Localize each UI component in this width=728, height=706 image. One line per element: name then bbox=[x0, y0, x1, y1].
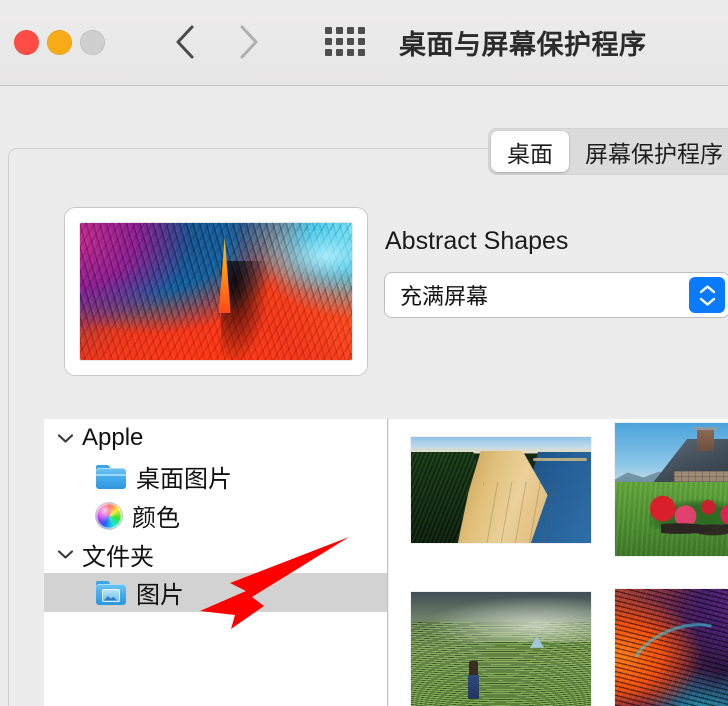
wallpaper-name-label: Abstract Shapes bbox=[385, 227, 569, 255]
wallpaper-preview-frame[interactable] bbox=[65, 208, 367, 375]
pictures-folder-icon bbox=[96, 580, 126, 605]
sidebar-group-folders[interactable]: 文件夹 bbox=[44, 535, 387, 573]
wallpaper-thumbnail-aerial-dune-beach[interactable] bbox=[411, 437, 591, 543]
forward-button bbox=[234, 20, 264, 64]
wallpaper-thumbnail-abstract-stripes[interactable] bbox=[615, 589, 728, 706]
page-title: 桌面与屏幕保护程序 bbox=[399, 30, 647, 60]
sidebar-item-label: 颜色 bbox=[132, 505, 180, 532]
sidebar-item-pictures[interactable]: 图片 bbox=[44, 573, 387, 612]
sidebar-item-desktop-pictures[interactable]: 桌面图片 bbox=[44, 457, 387, 496]
back-button[interactable] bbox=[170, 20, 200, 64]
title-bar: 桌面与屏幕保护程序 bbox=[0, 0, 728, 86]
chevron-down-icon[interactable] bbox=[56, 549, 74, 560]
sidebar-item-label: 图片 bbox=[136, 582, 184, 609]
desktop-pane: Abstract Shapes 充满屏幕 Apple 桌面图片 颜色 文件夹 图… bbox=[8, 148, 728, 706]
sidebar-group-apple[interactable]: Apple bbox=[44, 419, 387, 457]
zoom-window-button bbox=[80, 30, 105, 55]
source-sidebar[interactable]: Apple 桌面图片 颜色 文件夹 图片 bbox=[44, 419, 388, 706]
sidebar-item-colors[interactable]: 颜色 bbox=[44, 496, 387, 535]
color-wheel-icon bbox=[96, 502, 122, 529]
system-preferences-window: 桌面与屏幕保护程序 桌面 屏幕保护程序 Abstract Shapes 充满屏幕… bbox=[0, 0, 728, 706]
navigation-arrows bbox=[170, 20, 264, 64]
wallpaper-preview-image bbox=[80, 223, 352, 360]
fill-mode-value: 充满屏幕 bbox=[400, 284, 489, 309]
sidebar-group-label: Apple bbox=[82, 424, 144, 451]
chevron-down-icon[interactable] bbox=[56, 433, 74, 444]
close-window-button[interactable] bbox=[14, 30, 39, 55]
chevron-down-icon bbox=[699, 297, 715, 306]
tab-bar: 桌面 屏幕保护程序 bbox=[488, 128, 728, 175]
tab-screensaver[interactable]: 屏幕保护程序 bbox=[569, 131, 728, 172]
tab-desktop[interactable]: 桌面 bbox=[491, 131, 569, 172]
fill-mode-popup-button[interactable]: 充满屏幕 bbox=[385, 273, 728, 317]
wallpaper-thumbnail-stone-chalet-garden[interactable] bbox=[615, 423, 728, 556]
chevron-left-icon bbox=[176, 25, 194, 59]
blue-folder-icon bbox=[96, 464, 126, 489]
window-controls bbox=[14, 30, 105, 55]
minimize-window-button[interactable] bbox=[47, 30, 72, 55]
abstract-shapes-wallpaper-art bbox=[80, 223, 352, 360]
chevron-right-icon bbox=[240, 25, 258, 59]
sidebar-item-label: 桌面图片 bbox=[136, 466, 232, 493]
sidebar-group-label: 文件夹 bbox=[82, 543, 154, 571]
wallpaper-thumbnail-rice-terraces-hiker[interactable] bbox=[411, 592, 591, 706]
show-all-preferences-button[interactable] bbox=[325, 27, 365, 56]
popup-stepper-arrows[interactable] bbox=[689, 277, 725, 313]
wallpaper-thumbnail-grid[interactable] bbox=[389, 419, 728, 706]
chevron-up-icon bbox=[699, 284, 715, 293]
show-all-grid-icon bbox=[325, 27, 332, 34]
